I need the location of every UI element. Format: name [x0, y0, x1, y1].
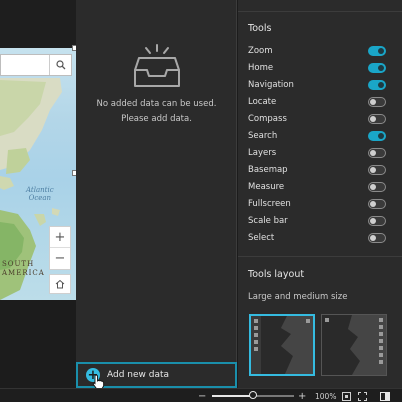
- map-view[interactable]: Atlantic Ocean SOUTH AMERICA + −: [0, 0, 76, 300]
- empty-inbox-icon: [134, 44, 180, 87]
- tools-section-title: Tools: [248, 23, 272, 34]
- tool-row-scale-bar: Scale bar: [238, 212, 402, 229]
- add-new-data-label: Add new data: [107, 370, 170, 380]
- ocean-label: Atlantic Ocean: [26, 186, 54, 203]
- expand-icon[interactable]: [358, 389, 367, 402]
- zoom-out-icon[interactable]: −: [50, 248, 70, 269]
- zoom-slider-fill: [212, 395, 252, 397]
- section-divider: [238, 256, 402, 257]
- tool-row-search: Search: [238, 127, 402, 144]
- tool-row-measure: Measure: [238, 178, 402, 195]
- toggle-switch[interactable]: [368, 198, 386, 209]
- panel-toggle-icon[interactable]: [380, 389, 390, 402]
- tool-label: Fullscreen: [248, 198, 291, 209]
- toggle-switch[interactable]: [368, 147, 386, 158]
- tool-label: Zoom: [248, 45, 273, 56]
- tool-row-fullscreen: Fullscreen: [238, 195, 402, 212]
- layout-option-1[interactable]: [249, 314, 315, 376]
- toggle-switch[interactable]: [368, 45, 386, 56]
- status-bar: − + 100%: [0, 388, 402, 402]
- tool-label: Search: [248, 130, 278, 141]
- zoom-slider-thumb[interactable]: [249, 391, 257, 399]
- tool-label: Home: [248, 62, 274, 73]
- minus-icon: −: [198, 390, 207, 402]
- data-panel: No added data can be used. Please add da…: [76, 0, 237, 388]
- layout-preview-icon: [254, 316, 313, 374]
- continent-label: SOUTH AMERICA: [2, 260, 45, 278]
- tool-row-compass: Compass: [238, 110, 402, 127]
- tool-label: Navigation: [248, 79, 294, 90]
- tools-layout-title: Tools layout: [248, 269, 305, 280]
- tool-label: Measure: [248, 181, 285, 192]
- tools-layout-subtitle: Large and medium size: [248, 292, 348, 302]
- tool-label: Scale bar: [248, 215, 288, 226]
- toggle-switch[interactable]: [368, 130, 386, 141]
- panel-top-divider: [238, 0, 402, 12]
- tool-row-locate: Locate: [238, 93, 402, 110]
- toggle-switch[interactable]: [368, 232, 386, 243]
- tool-label: Basemap: [248, 164, 288, 175]
- tool-row-layers: Layers: [238, 144, 402, 161]
- toggle-switch[interactable]: [368, 164, 386, 175]
- toggle-switch[interactable]: [368, 181, 386, 192]
- tool-row-home: Home: [238, 59, 402, 76]
- zoom-out-button[interactable]: −: [198, 389, 206, 402]
- plus-icon: +: [298, 390, 307, 402]
- toggle-switch[interactable]: [368, 96, 386, 107]
- tool-label: Layers: [248, 147, 277, 158]
- tool-label: Select: [248, 232, 275, 243]
- toggle-switch[interactable]: [368, 62, 386, 73]
- tool-row-basemap: Basemap: [238, 161, 402, 178]
- home-icon[interactable]: [49, 274, 71, 294]
- search-icon[interactable]: [49, 55, 71, 75]
- empty-state-message: No added data can be used. Please add da…: [96, 99, 217, 124]
- tool-row-navigation: Navigation: [238, 76, 402, 93]
- zoom-in-button[interactable]: +: [298, 389, 306, 402]
- toggle-switch[interactable]: [368, 79, 386, 90]
- toggle-switch[interactable]: [368, 113, 386, 124]
- tool-row-select: Select: [238, 229, 402, 246]
- tool-label: Compass: [248, 113, 287, 124]
- zoom-percent: 100%: [315, 391, 337, 401]
- tool-row-zoom: Zoom: [238, 42, 402, 59]
- layout-option-2[interactable]: [321, 314, 387, 376]
- zoom-control: + −: [49, 226, 71, 270]
- zoom-in-icon[interactable]: +: [50, 227, 70, 248]
- fit-screen-icon[interactable]: [342, 389, 351, 402]
- layout-preview-icon: [322, 315, 386, 375]
- map-search-input[interactable]: [0, 54, 72, 76]
- tool-label: Locate: [248, 96, 277, 107]
- toggle-switch[interactable]: [368, 215, 386, 226]
- settings-panel: Tools Zoom Home Navigation Locate Compas…: [238, 0, 402, 388]
